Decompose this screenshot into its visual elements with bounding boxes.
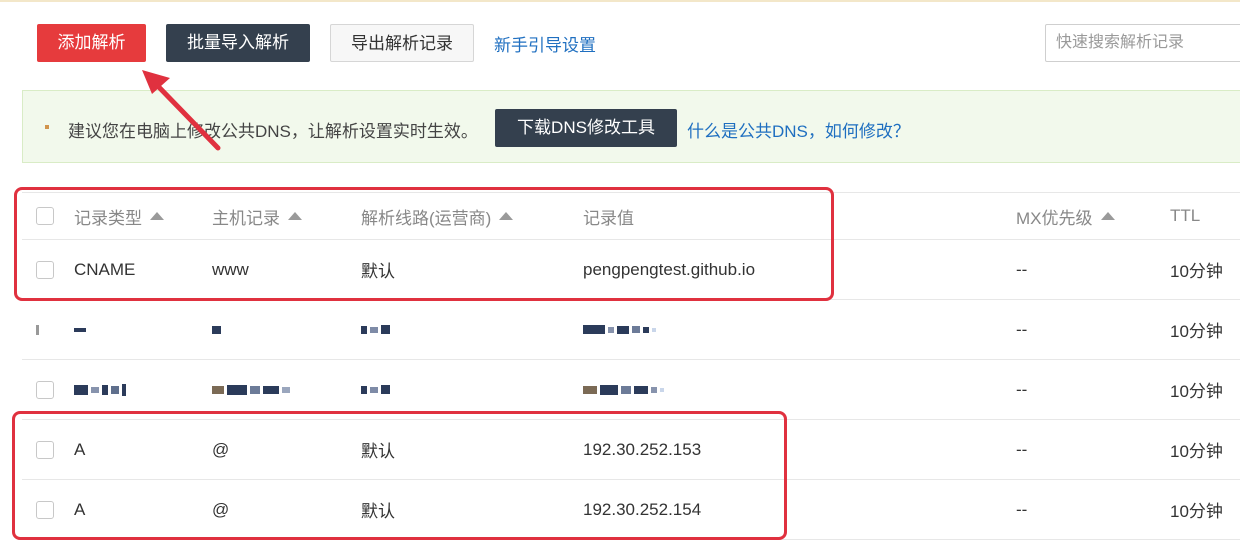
sort-asc-icon[interactable] xyxy=(1100,212,1115,220)
ttl: 10分钟 xyxy=(1170,502,1223,521)
header-ttl-label: TTL xyxy=(1170,206,1201,225)
mx-priority: -- xyxy=(1016,379,1028,399)
redacted-checkbox xyxy=(36,300,39,359)
bullet-icon xyxy=(45,125,49,129)
header-mx[interactable]: MX优先级 xyxy=(1016,193,1115,239)
top-border xyxy=(0,0,1240,2)
ttl: 10分钟 xyxy=(1170,262,1223,281)
header-ttl: TTL xyxy=(1170,193,1200,239)
redacted-host xyxy=(212,300,221,359)
annotation-box-cname xyxy=(14,187,834,301)
table-row[interactable]: -- 10分钟 xyxy=(22,300,1240,360)
header-mx-label: MX优先级 xyxy=(1016,208,1093,228)
ttl: 10分钟 xyxy=(1170,382,1223,401)
ttl: 10分钟 xyxy=(1170,442,1223,461)
row-checkbox[interactable] xyxy=(36,380,54,399)
download-dns-tool-button[interactable]: 下载DNS修改工具 xyxy=(495,109,677,147)
redacted-value xyxy=(583,300,656,359)
public-dns-help-link[interactable]: 什么是公共DNS，如何修改？ xyxy=(687,117,910,142)
search-input[interactable] xyxy=(1045,24,1240,62)
annotation-arrow-icon xyxy=(142,70,221,151)
newbie-guide-link[interactable]: 新手引导设置 xyxy=(494,31,596,56)
mx-priority: -- xyxy=(1016,259,1028,279)
mx-priority: -- xyxy=(1016,319,1028,339)
ttl: 10分钟 xyxy=(1170,322,1223,341)
redacted-line xyxy=(361,300,390,359)
annotation-box-a-records xyxy=(12,411,787,540)
batch-import-button[interactable]: 批量导入解析 xyxy=(166,24,310,62)
export-records-button[interactable]: 导出解析记录 xyxy=(330,24,474,62)
mx-priority: -- xyxy=(1016,439,1028,459)
redacted-type xyxy=(74,300,86,359)
add-record-button[interactable]: 添加解析 xyxy=(37,24,146,62)
mx-priority: -- xyxy=(1016,499,1028,519)
